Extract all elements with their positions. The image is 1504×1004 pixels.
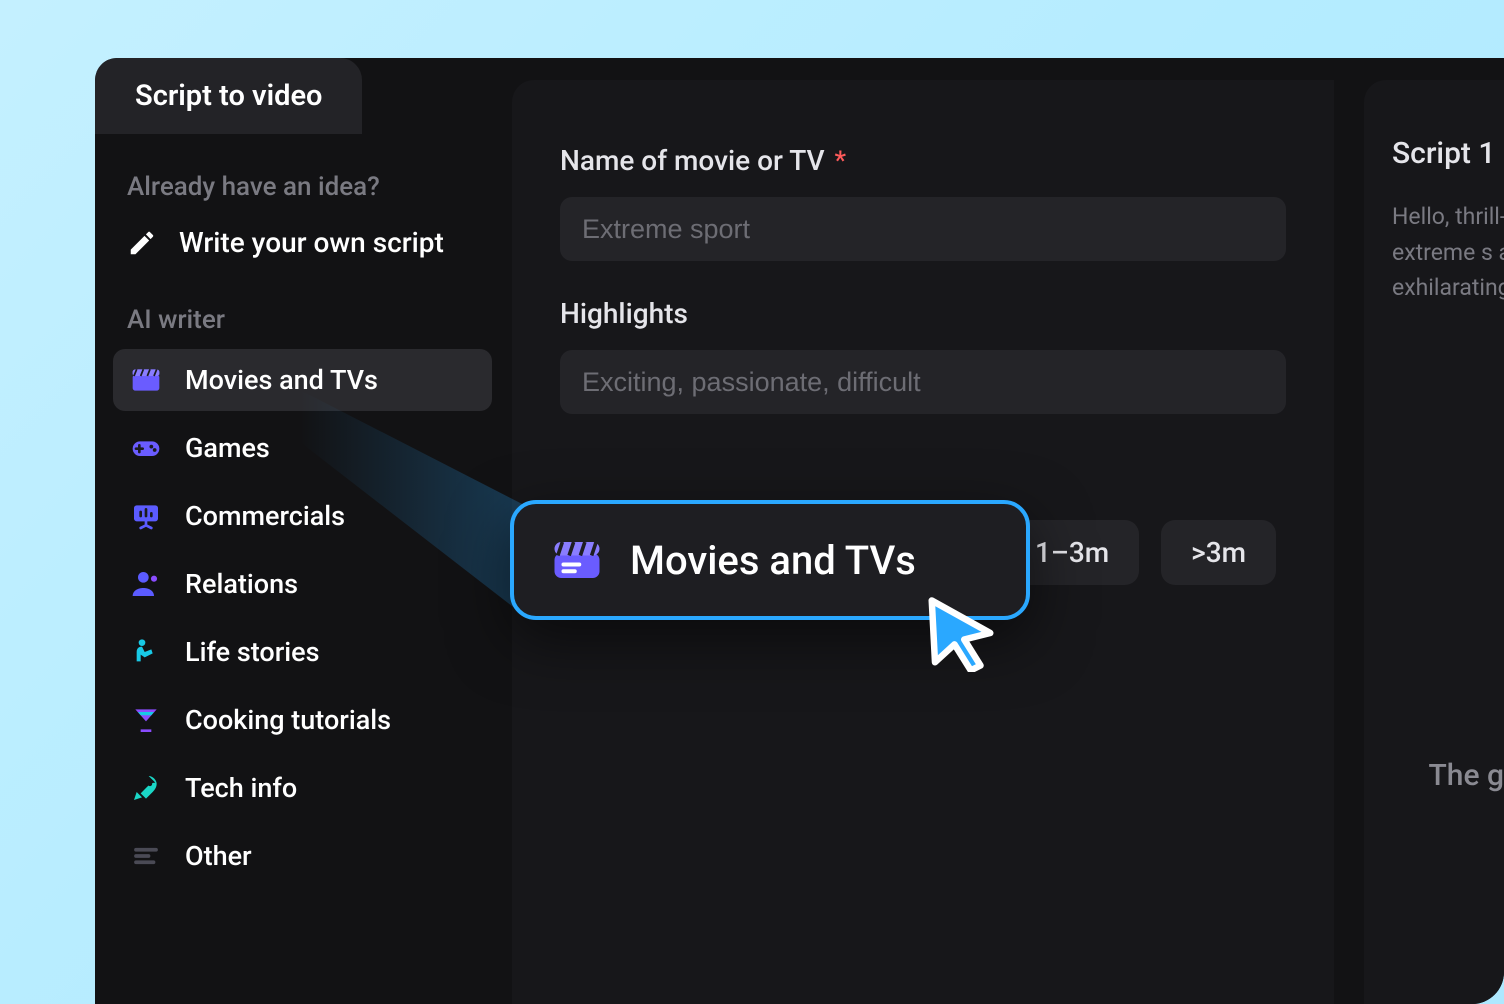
sidebar-item-commercials[interactable]: Commercials	[113, 485, 492, 547]
required-asterisk: *	[835, 146, 847, 176]
highlights-input[interactable]	[560, 350, 1286, 414]
sidebar-item-movies-and-tvs[interactable]: Movies and TVs	[113, 349, 492, 411]
sidebar-item-tech-info[interactable]: Tech info	[113, 757, 492, 819]
category-list: Movies and TVs Games Commercials	[113, 349, 492, 887]
pencil-icon	[127, 228, 157, 258]
clapper-icon	[550, 533, 604, 587]
sidebar-item-label: Commercials	[185, 500, 345, 532]
category-callout-label: Movies and TVs	[630, 537, 916, 584]
script-preview-footer: The g	[1399, 758, 1504, 793]
rocket-icon	[129, 771, 163, 805]
script-preview-panel: Script 1 Hello, thrill-s diving into t o…	[1364, 80, 1504, 1004]
sidebar-item-other[interactable]: Other	[113, 825, 492, 887]
duration-chip-gt-3m[interactable]: >3m	[1161, 520, 1276, 585]
write-own-script-label: Write your own script	[179, 226, 444, 259]
sidebar-item-label: Life stories	[185, 636, 320, 668]
sidebar-item-label: Movies and TVs	[185, 364, 378, 396]
clapper-icon	[129, 363, 163, 397]
highlights-field-label: Highlights	[560, 297, 1286, 330]
name-field-label-text: Name of movie or TV	[560, 144, 825, 177]
sidebar-item-label: Cooking tutorials	[185, 704, 391, 736]
sidebar-item-games[interactable]: Games	[113, 417, 492, 479]
sidebar-item-relations[interactable]: Relations	[113, 553, 492, 615]
script-preview-body: Hello, thrill-s diving into t of extreme…	[1392, 199, 1504, 306]
name-field-label: Name of movie or TV *	[560, 144, 1286, 177]
sidebar-item-life-stories[interactable]: Life stories	[113, 621, 492, 683]
gamepad-icon	[129, 431, 163, 465]
cocktail-icon	[129, 703, 163, 737]
script-preview-title: Script 1	[1392, 136, 1504, 171]
cursor-pointer-icon	[922, 594, 1002, 674]
write-own-script-button[interactable]: Write your own script	[113, 212, 492, 273]
sidebar-item-label: Tech info	[185, 772, 297, 804]
person-icon	[129, 567, 163, 601]
name-input[interactable]	[560, 197, 1286, 261]
presentation-icon	[129, 499, 163, 533]
sidebar-item-label: Other	[185, 840, 252, 872]
sidebar: Already have an idea? Write your own scr…	[95, 58, 510, 1004]
wave-icon	[129, 635, 163, 669]
ai-writer-section-label: AI writer	[113, 291, 492, 345]
sidebar-item-label: Relations	[185, 568, 298, 600]
lines-icon	[129, 839, 163, 873]
sidebar-item-cooking-tutorials[interactable]: Cooking tutorials	[113, 689, 492, 751]
idea-section-label: Already have an idea?	[113, 158, 492, 212]
sidebar-item-label: Games	[185, 432, 270, 464]
